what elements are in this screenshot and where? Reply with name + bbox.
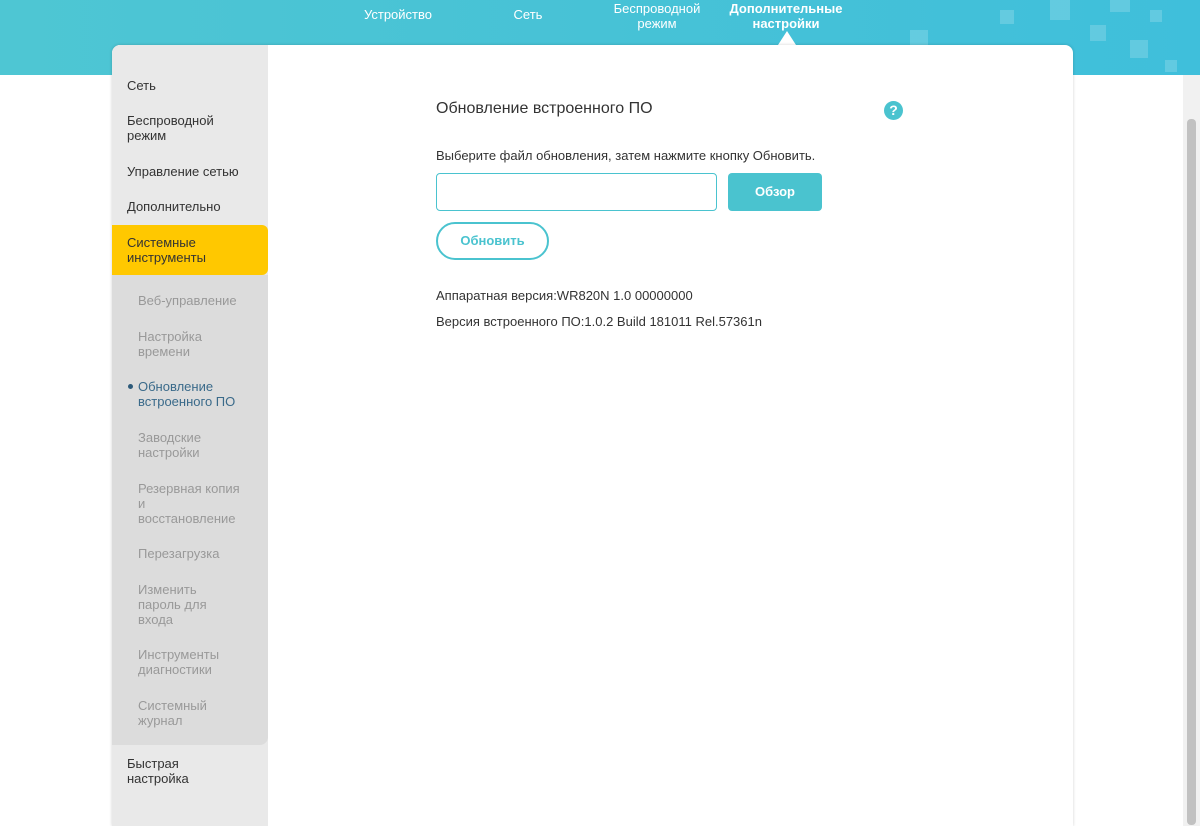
submenu-item-reboot[interactable]: Перезагрузка — [138, 546, 219, 561]
submenu-item-label-line1: Инструменты — [138, 647, 220, 662]
sidebar-item-label: Дополнительно — [127, 199, 221, 214]
current-item-dot — [128, 384, 133, 389]
sidebar-item-label-line2: настройка — [127, 771, 189, 786]
page-title: Обновление встроенного ПО — [436, 100, 653, 117]
sidebar-item-additional[interactable]: Дополнительно — [112, 199, 268, 214]
sidebar-item-network[interactable]: Сеть — [112, 78, 268, 93]
sidebar-item-label-line1: Беспроводной — [127, 113, 214, 128]
page-scrollbar[interactable] — [1183, 75, 1200, 826]
help-icon-glyph: ? — [889, 102, 898, 118]
nav-advanced[interactable]: Дополнительные настройки — [726, 1, 846, 31]
help-icon[interactable]: ? — [884, 101, 903, 120]
nav-wireless[interactable]: Беспроводной режим — [610, 1, 704, 31]
submenu-item-label-line2: встроенного ПО — [138, 394, 236, 409]
sidebar-item-label-line2: режим — [127, 128, 167, 143]
submenu-item-label-line2: пароль для — [138, 597, 207, 612]
sidebar-item-wireless[interactable]: Беспроводной режим — [112, 113, 268, 143]
sidebar-item-label: Сеть — [127, 78, 156, 93]
submenu-item-label-line1: Системный — [138, 698, 207, 713]
system-tools-submenu: Веб-управление Настройка времени Обновле… — [112, 275, 268, 745]
sidebar-item-label-line2: инструменты — [127, 250, 206, 265]
firmware-file-input[interactable] — [436, 173, 717, 211]
submenu-item-label-line3: входа — [138, 612, 174, 627]
submenu-item-factory-defaults[interactable]: Заводские настройки — [138, 430, 201, 460]
nav-network-label: Сеть — [513, 7, 543, 22]
submenu-item-firmware-update[interactable]: Обновление встроенного ПО — [128, 379, 236, 409]
nav-device-label: Устройство — [363, 7, 432, 22]
submenu-item-change-password[interactable]: Изменить пароль для входа — [138, 582, 207, 627]
submenu-item-label-line2: и — [138, 496, 146, 511]
submenu-item-label-line1: Резервная копия — [138, 481, 240, 496]
submenu-item-label-line2: журнал — [138, 713, 183, 728]
nav-advanced-label-line2: настройки — [752, 16, 820, 31]
submenu-item-label-line1: Изменить — [138, 582, 197, 597]
sidebar-item-network-management[interactable]: Управление сетью — [112, 164, 268, 179]
submenu-item-label: Веб-управление — [138, 293, 237, 308]
submenu-item-label-line2: настройки — [138, 445, 200, 460]
hardware-version: Аппаратная версия:WR820N 1.0 00000000 — [436, 288, 693, 303]
sidebar-item-label: Управление сетью — [127, 164, 239, 179]
submenu-item-label-line3: восстановление — [138, 511, 236, 526]
submenu-item-label-line1: Обновление — [138, 379, 214, 394]
submenu-item-label-line1: Настройка — [138, 329, 202, 344]
submenu-item-label-line1: Заводские — [138, 430, 202, 445]
submenu-item-label-line2: времени — [138, 344, 190, 359]
firmware-version: Версия встроенного ПО:1.0.2 Build 181011… — [436, 314, 762, 329]
nav-device[interactable]: Устройство — [362, 7, 434, 22]
browse-button[interactable]: Обзор — [728, 173, 822, 211]
scrollbar-thumb[interactable] — [1187, 119, 1196, 825]
submenu-item-backup-restore[interactable]: Резервная копия и восстановление — [138, 481, 240, 526]
instruction-text: Выберите файл обновления, затем нажмите … — [436, 148, 816, 163]
submenu-item-web-management[interactable]: Веб-управление — [138, 293, 237, 308]
nav-wireless-label-line1: Беспроводной — [613, 1, 701, 16]
submenu-item-label-line2: диагностики — [138, 662, 212, 677]
update-button[interactable]: Обновить — [436, 222, 549, 260]
active-nav-caret — [778, 31, 796, 45]
nav-wireless-label-line2: режим — [637, 16, 677, 31]
nav-advanced-label-line1: Дополнительные — [729, 1, 843, 16]
submenu-item-time-settings[interactable]: Настройка времени — [138, 329, 202, 359]
submenu-item-label: Перезагрузка — [138, 546, 220, 561]
top-navigation: Устройство Сеть Беспроводной режим Допол… — [0, 0, 1200, 45]
sidebar-item-label-line1: Системные — [127, 235, 196, 250]
submenu-item-diagnostics[interactable]: Инструменты диагностики — [138, 647, 219, 677]
nav-network[interactable]: Сеть — [510, 7, 546, 22]
sidebar-item-system-tools[interactable]: Системные инструменты — [112, 225, 268, 275]
sidebar-item-label-line1: Быстрая — [127, 756, 179, 771]
submenu-item-system-log[interactable]: Системный журнал — [138, 698, 207, 728]
sidebar-item-quick-setup[interactable]: Быстрая настройка — [112, 756, 268, 786]
